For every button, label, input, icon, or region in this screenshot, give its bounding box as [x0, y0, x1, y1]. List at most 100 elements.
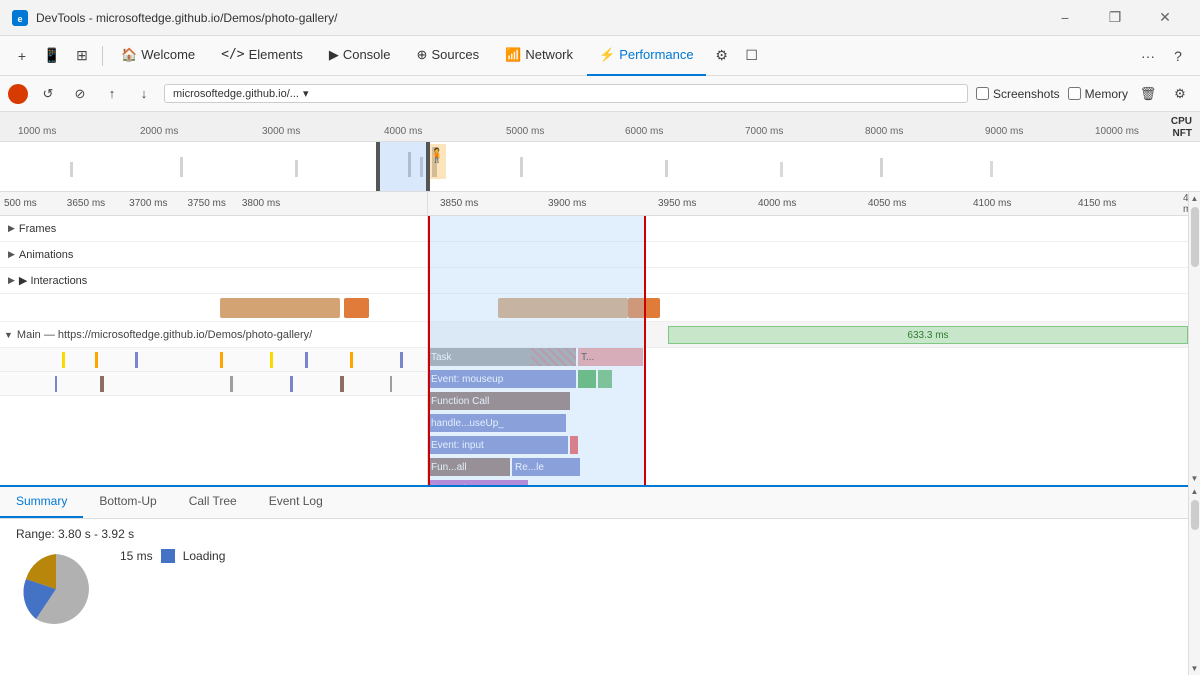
ruler-mark-2: 2000 ms — [140, 126, 178, 137]
scroll-down-btn[interactable]: ▼ — [1189, 472, 1200, 485]
scroll-thumb[interactable] — [1191, 207, 1199, 267]
range-label: Range: 3.80 s - 3.92 s — [16, 527, 1184, 541]
titlebar: e DevTools - microsoftedge.github.io/Dem… — [0, 0, 1200, 36]
event-input-bar[interactable]: Event: input — [428, 436, 568, 454]
tab-console[interactable]: ▶ Console — [317, 36, 403, 76]
bottom-sb-up[interactable]: ▲ — [1189, 485, 1200, 498]
left-ruler-3650: 3650 ms — [37, 198, 105, 209]
help-button[interactable]: ? — [1164, 42, 1192, 70]
more-tools-button[interactable]: ··· — [1134, 42, 1162, 70]
scroll-up-btn[interactable]: ▲ — [1189, 192, 1200, 205]
animations-label: Animations — [19, 249, 73, 261]
frames-track[interactable]: ▶ Frames — [0, 216, 427, 242]
interaction-tan-bar — [220, 298, 340, 318]
loading-color-swatch — [161, 549, 175, 563]
overview-ruler: 1000 ms 2000 ms 3000 ms 4000 ms 5000 ms … — [0, 112, 1200, 142]
left-ruler-3750: 3750 ms — [168, 198, 226, 209]
trash-button[interactable]: 🗑 — [1136, 82, 1160, 106]
loading-label: Loading — [183, 549, 226, 563]
green-bar: 633.3 ms — [668, 326, 1188, 344]
tick2-5 — [340, 376, 344, 392]
right-tracks-container: 633.3 ms Task T... E — [428, 216, 1200, 485]
rr-3850: 3850 ms — [440, 198, 478, 209]
memory-checkbox[interactable] — [1068, 87, 1081, 100]
interaction-bar-1 — [498, 298, 628, 318]
selection-left-handle[interactable] — [376, 142, 380, 191]
rr-4050: 4050 ms — [868, 198, 906, 209]
screenshots-checkbox[interactable] — [976, 87, 989, 100]
settings-icon-btn[interactable]: ⚙ — [708, 42, 736, 70]
bottom-sb-thumb[interactable] — [1191, 500, 1199, 530]
detail-area: 500 ms 3650 ms 3700 ms 3750 ms 3800 ms ▶… — [0, 192, 1200, 485]
restore-button[interactable]: ❐ — [1092, 0, 1138, 36]
left-ruler-label: 500 ms — [0, 198, 37, 209]
overview-selection[interactable] — [378, 142, 428, 191]
legend: 15 ms Loading — [120, 549, 225, 563]
rr-4150: 4150 ms — [1078, 198, 1116, 209]
close-button[interactable]: ✕ — [1142, 0, 1188, 36]
selection-right-handle[interactable] — [426, 142, 430, 191]
tab-network[interactable]: 📶 Network — [493, 36, 585, 76]
separator — [102, 46, 103, 66]
tick2-4 — [290, 376, 293, 392]
bottom-sb-down[interactable]: ▼ — [1189, 662, 1200, 675]
handle-useup-bar[interactable]: handle...useUp_ — [428, 414, 566, 432]
task-bar[interactable]: Task — [428, 348, 576, 366]
tab-welcome[interactable]: 🏠 Welcome — [109, 36, 207, 76]
reload-profile-button[interactable]: ↺ — [36, 82, 60, 106]
device-emulation-button[interactable]: 📱 — [38, 42, 66, 70]
cpu-label: CPU — [1171, 116, 1192, 127]
tick-4 — [220, 352, 223, 368]
overview-chart[interactable]: 🧍 — [0, 142, 1200, 192]
memory-checkbox-label[interactable]: Memory — [1068, 87, 1128, 101]
ruler-mark-6: 6000 ms — [625, 126, 663, 137]
tab-event-log[interactable]: Event Log — [253, 486, 339, 518]
stop-button[interactable]: ⊘ — [68, 82, 92, 106]
task-bar-t[interactable]: T... — [578, 348, 643, 366]
tab-performance[interactable]: ⚡ Performance — [587, 36, 706, 76]
ruler-mark-9: 9000 ms — [985, 126, 1023, 137]
tab-bottom-up[interactable]: Bottom-Up — [83, 486, 172, 518]
performance-settings-button[interactable]: ⚙ — [1168, 82, 1192, 106]
tab-summary[interactable]: Summary — [0, 486, 83, 518]
an-us-bar[interactable]: (an...us) — [428, 480, 528, 485]
svg-text:🧍: 🧍 — [428, 147, 445, 164]
interactions-track[interactable]: ▶ ▶ Interactions — [0, 268, 427, 294]
svg-text:e: e — [17, 14, 22, 24]
ruler-mark-7: 7000 ms — [745, 126, 783, 137]
rr-4100: 4100 ms — [973, 198, 1011, 209]
tab-elements[interactable]: </> Elements — [209, 36, 315, 76]
cpu-chart: 🧍 — [0, 142, 1200, 191]
fun-all-bar[interactable]: Fun...all — [428, 458, 510, 476]
animations-row — [428, 242, 1200, 268]
tick-2 — [95, 352, 98, 368]
event-mouseup-bar[interactable]: Event: mouseup — [428, 370, 576, 388]
new-tab-button[interactable]: + — [8, 42, 36, 70]
record-button[interactable] — [8, 84, 28, 104]
tick-5 — [270, 352, 273, 368]
detail-ruler-left: 500 ms 3650 ms 3700 ms 3750 ms 3800 ms — [0, 192, 427, 216]
device-icon-btn[interactable]: ☐ — [738, 42, 766, 70]
app-icon: e — [12, 10, 28, 26]
re-le-bar[interactable]: Re...le — [512, 458, 580, 476]
tick-7 — [350, 352, 353, 368]
main-tasks-area: Task T... Event: mouseup F — [428, 348, 1200, 485]
function-call-bar[interactable]: Function Call — [428, 392, 570, 410]
detail-ruler-right: 3850 ms 3900 ms 3950 ms 4000 ms 4050 ms … — [428, 192, 1200, 216]
console-icon: ▶ — [329, 47, 339, 63]
screenshots-checkbox-label[interactable]: Screenshots — [976, 87, 1060, 101]
minimize-button[interactable]: − — [1042, 0, 1088, 36]
red-tick — [570, 436, 578, 454]
main-row-1 — [0, 348, 427, 372]
tab-call-tree[interactable]: Call Tree — [173, 486, 253, 518]
tab-sources[interactable]: ⊕ Sources — [405, 36, 492, 76]
download-button[interactable]: ↓ — [132, 82, 156, 106]
upload-button[interactable]: ↑ — [100, 82, 124, 106]
summary-area: 15 ms Loading — [16, 549, 1184, 629]
performance-toolbar: ↺ ⊘ ↑ ↓ microsoftedge.github.io/... ▾ Sc… — [0, 76, 1200, 112]
tick2-2 — [100, 376, 104, 392]
animations-track[interactable]: ▶ Animations — [0, 242, 427, 268]
sources-icon: ⊕ — [417, 47, 428, 63]
main-track[interactable]: ▼ Main — https://microsoftedge.github.io… — [0, 322, 427, 348]
dock-button[interactable]: ⊞ — [68, 42, 96, 70]
